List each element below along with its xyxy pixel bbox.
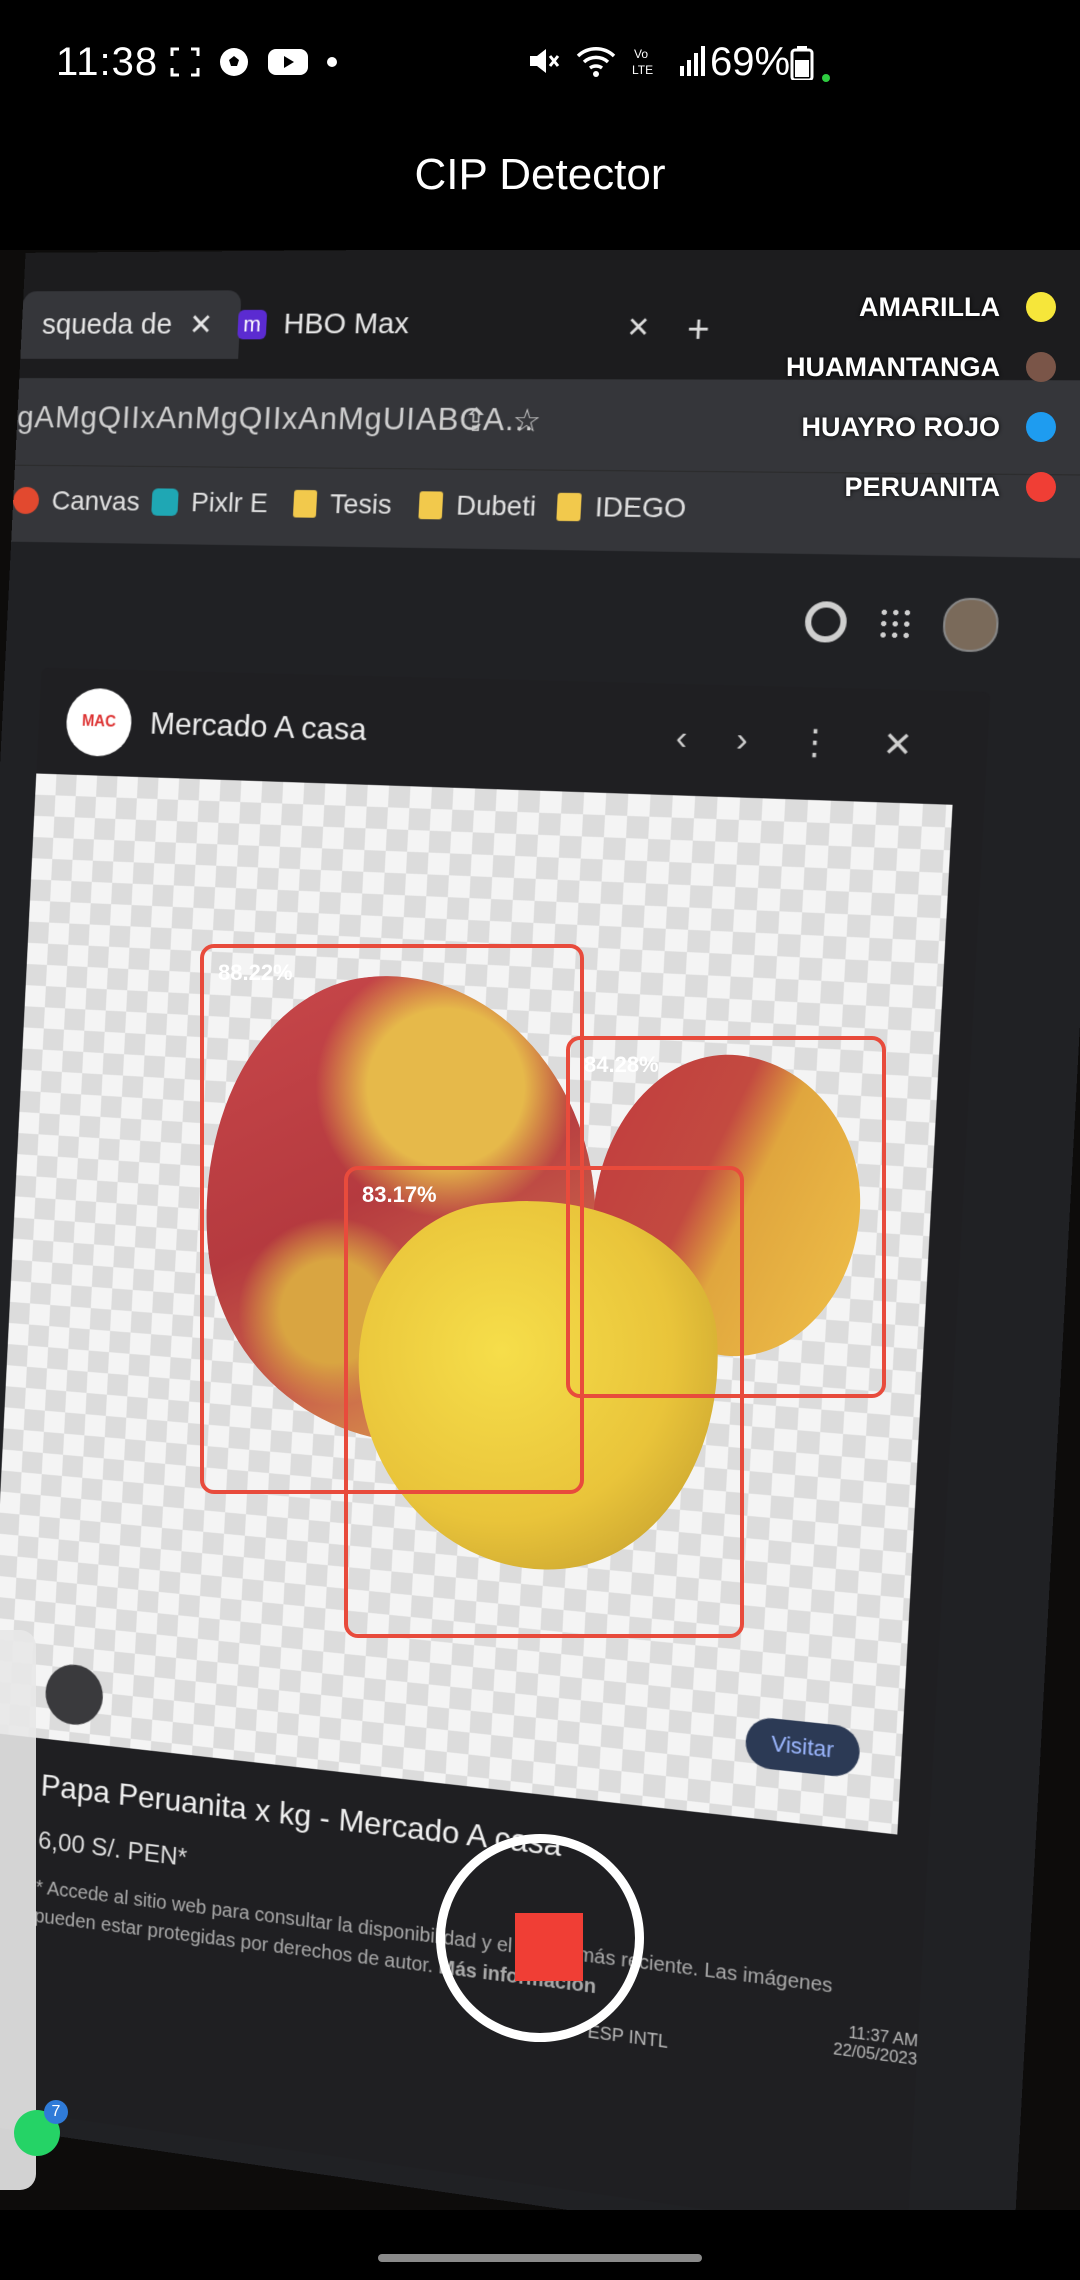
bookmark-label: Dubeti bbox=[455, 490, 537, 523]
legend-dot-red bbox=[1026, 472, 1056, 502]
legend-dot-blue bbox=[1026, 412, 1056, 442]
legend-label: AMARILLA bbox=[859, 292, 1000, 323]
browser-url-text: gAMgQIIxAnMgQIIxAnMgUIABCA... bbox=[17, 399, 536, 438]
bookmark-pixlr: Pixlr E bbox=[151, 486, 268, 519]
soccer-ball-icon bbox=[218, 46, 250, 78]
star-icon: ☆ bbox=[512, 401, 542, 439]
panel-nav: ‹ › ⋮ ✕ bbox=[675, 718, 914, 766]
class-legend: AMARILLA HUAMANTANGA HUAYRO ROJO PERUANI… bbox=[786, 290, 1056, 504]
pixlr-icon bbox=[151, 488, 179, 516]
share-icon: ⇪ bbox=[462, 401, 490, 439]
signal-icon bbox=[678, 44, 708, 78]
bookmark-canvas: Canvas bbox=[12, 485, 140, 517]
status-left-icons bbox=[170, 46, 338, 78]
dot-icon bbox=[326, 56, 338, 68]
stop-recording-button[interactable] bbox=[436, 1834, 644, 2042]
product-note: * Accede al sitio web para consultar la … bbox=[34, 1873, 838, 2033]
product-note-text: * Accede al sitio web para consultar la … bbox=[34, 1877, 833, 1998]
page-toolbar bbox=[5, 542, 1080, 684]
url-icons: ⇪ ☆ bbox=[462, 401, 542, 439]
legend-item-huamantanga: HUAMANTANGA bbox=[786, 350, 1056, 384]
status-time: 11:38 bbox=[56, 40, 158, 85]
folder-icon bbox=[293, 490, 317, 518]
legend-dot-brown bbox=[1026, 352, 1056, 382]
legend-label: HUAYRO ROJO bbox=[801, 412, 1000, 443]
status-right-icons: Vo LTE bbox=[526, 44, 708, 78]
close-icon: ✕ bbox=[626, 311, 651, 344]
browser-tab-active: squeda de ✕ bbox=[20, 290, 241, 359]
bookmark-tesis: Tesis bbox=[293, 488, 393, 521]
legend-item-huayro-rojo: HUAYRO ROJO bbox=[801, 410, 1056, 444]
battery-percent: 69% bbox=[710, 40, 790, 85]
more-vert-icon: ⋮ bbox=[796, 722, 833, 764]
legend-label: PERUANITA bbox=[844, 472, 1000, 503]
chevron-left-icon: ‹ bbox=[675, 718, 689, 759]
phone-edge bbox=[0, 1630, 36, 2190]
app-title: CIP Detector bbox=[0, 150, 1080, 200]
mac-logo: MAC bbox=[65, 688, 133, 758]
chevron-right-icon: › bbox=[735, 720, 749, 761]
detection-confidence: 88.22% bbox=[218, 960, 293, 986]
bookmark-label: Canvas bbox=[51, 485, 140, 517]
taskbar-lang: ESP INTL bbox=[587, 2021, 668, 2053]
legend-item-peruanita: PERUANITA bbox=[844, 470, 1056, 504]
close-icon: ✕ bbox=[188, 308, 213, 342]
browser-tab-hbo-label: HBO Max bbox=[283, 307, 410, 341]
legend-dot-yellow bbox=[1026, 292, 1056, 322]
detection-confidence: 84.28% bbox=[584, 1052, 659, 1078]
detection-box: 83.17% bbox=[344, 1166, 744, 1638]
bookmark-label: Tesis bbox=[329, 488, 392, 520]
apps-grid-icon bbox=[877, 607, 912, 641]
svg-text:LTE: LTE bbox=[632, 63, 653, 77]
wifi-icon bbox=[576, 44, 616, 78]
avatar bbox=[942, 597, 1000, 652]
folder-icon bbox=[556, 493, 581, 521]
canvas-icon bbox=[13, 487, 40, 514]
taskbar-clock: 11:37 AM 22/05/2023 bbox=[833, 2023, 919, 2071]
close-icon: ✕ bbox=[882, 724, 914, 766]
youtube-icon bbox=[268, 47, 308, 77]
svg-text:Vo: Vo bbox=[634, 47, 648, 61]
bookmark-label: IDEGO bbox=[594, 491, 687, 524]
battery-icon bbox=[790, 46, 814, 80]
bookmark-idego: IDEGO bbox=[556, 491, 687, 525]
home-indicator[interactable] bbox=[378, 2254, 702, 2262]
hbo-max-icon: m bbox=[237, 310, 267, 340]
browser-tab-hbo: m HBO Max bbox=[215, 289, 512, 359]
stop-icon bbox=[515, 1913, 583, 1981]
plus-icon: + bbox=[686, 308, 711, 352]
detection-confidence: 83.17% bbox=[362, 1182, 437, 1208]
bookmark-dubeti: Dubeti bbox=[418, 489, 537, 522]
mute-icon bbox=[526, 44, 560, 78]
charging-dot bbox=[822, 74, 830, 82]
folder-icon bbox=[418, 491, 443, 519]
product-price: 6,00 S/. PEN* bbox=[37, 1825, 187, 1873]
status-bar: 11:38 Vo LTE 69% bbox=[0, 0, 1080, 130]
gear-icon bbox=[804, 601, 848, 643]
page-toolbar-icons bbox=[804, 595, 1000, 653]
notification-badge: 7 bbox=[44, 2100, 68, 2124]
panel-title: Mercado A casa bbox=[149, 705, 367, 748]
browser-tab-active-label: squeda de bbox=[41, 308, 173, 341]
legend-label: HUAMANTANGA bbox=[786, 352, 1000, 383]
volte-icon: Vo LTE bbox=[632, 44, 662, 78]
bookmark-label: Pixlr E bbox=[190, 487, 268, 519]
screenshot-icon bbox=[170, 47, 200, 77]
legend-item-amarilla: AMARILLA bbox=[859, 290, 1056, 324]
